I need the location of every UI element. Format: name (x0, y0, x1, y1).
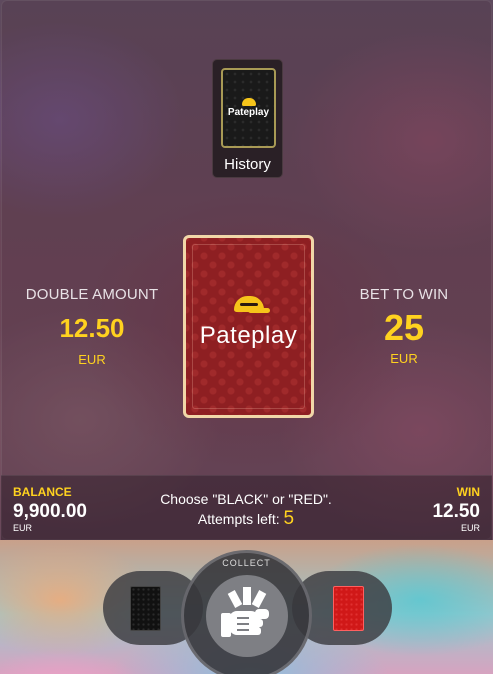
win-value: 12.50 (432, 501, 480, 522)
balance-block: BALANCE 9,900.00 EUR (13, 485, 87, 533)
attempts-value: 5 (283, 508, 295, 529)
bet-to-win-label: BET TO WIN (359, 286, 449, 303)
history-label: History (224, 156, 271, 173)
history-card: Pateplay (221, 68, 276, 148)
face-down-card: Pateplay (183, 235, 314, 418)
red-card-icon (333, 586, 364, 631)
pateplay-logo-icon: Pateplay (186, 296, 311, 350)
attempts-line: Attempts left: 5 (131, 509, 361, 529)
info-bar: BALANCE 9,900.00 EUR Choose "BLACK" or "… (1, 475, 492, 540)
double-amount-block: DOUBLE AMOUNT 12.50 EUR (17, 286, 167, 367)
card-brand: Pateplay (199, 322, 298, 349)
win-currency: EUR (460, 523, 480, 533)
collect-button[interactable]: COLLECT (181, 550, 312, 674)
win-block: WIN 12.50 EUR (432, 485, 480, 533)
hand-money-icon (221, 587, 269, 637)
instruction-message: Choose "BLACK" or "RED". Attempts left: … (131, 489, 361, 529)
pateplay-logo-icon: Pateplay (223, 98, 274, 118)
bet-to-win-block: BET TO WIN 25 EUR (329, 286, 479, 366)
balance-value: 9,900.00 (13, 501, 87, 522)
black-card-icon (130, 586, 161, 631)
bet-to-win-value: 25 (383, 307, 425, 348)
attempts-label: Attempts left: (197, 511, 280, 527)
double-amount-value: 12.50 (59, 313, 125, 343)
win-label: WIN (456, 485, 480, 499)
bet-to-win-currency: EUR (390, 351, 418, 366)
double-amount-label: DOUBLE AMOUNT (25, 286, 159, 303)
balance-label: BALANCE (13, 485, 72, 499)
balance-currency: EUR (13, 523, 33, 533)
collect-label: COLLECT (222, 558, 271, 568)
double-amount-currency: EUR (78, 352, 106, 367)
instruction-line: Choose "BLACK" or "RED". (160, 491, 332, 507)
history-button[interactable]: Pateplay History (212, 59, 283, 178)
collect-inner (206, 575, 288, 657)
history-card-brand: Pateplay (227, 107, 270, 118)
